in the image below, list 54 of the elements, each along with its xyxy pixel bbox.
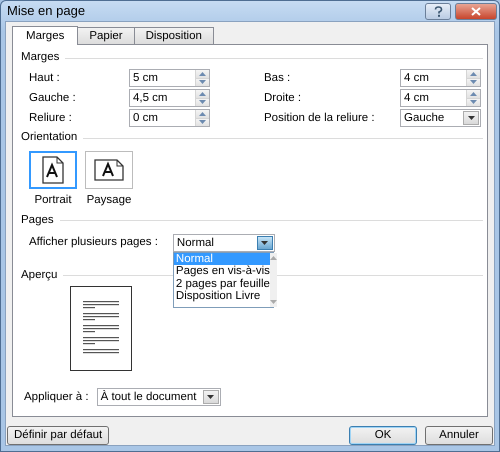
section-title: Pages (21, 212, 54, 228)
spin-up-button[interactable] (466, 70, 480, 78)
dialog-button[interactable]: Annuler (425, 426, 493, 445)
dropdown-button[interactable] (202, 390, 219, 404)
dropdown-option[interactable]: Disposition Livre (174, 290, 270, 303)
field-label: Appliquer à : (24, 390, 89, 405)
section-title: Aperçu (21, 268, 58, 283)
portrait-page-icon (42, 156, 64, 184)
field-label: Position de la reliure : (264, 111, 376, 126)
field-label: Reliure : (29, 111, 73, 126)
spin-field[interactable]: 4 cm (400, 89, 481, 107)
caret-down-icon (199, 80, 206, 84)
landscape-page-icon (94, 159, 124, 181)
dropdown-field[interactable]: Normal (172, 234, 275, 252)
dropdown-option[interactable]: Pages en vis-à-vis (174, 265, 270, 278)
caret-down-icon (468, 116, 474, 120)
spin-field[interactable]: 0 cm (129, 109, 210, 127)
close-icon (471, 6, 481, 16)
dialog-button[interactable]: OK (349, 426, 417, 445)
field-label: Droite : (264, 91, 302, 106)
dropdown-button[interactable] (256, 236, 273, 250)
close-button[interactable] (455, 2, 497, 20)
field-label: Afficher plusieurs pages : (29, 235, 158, 250)
spin-up-button[interactable] (195, 70, 209, 78)
caret-down-icon (261, 240, 268, 245)
spin-field[interactable]: 4,5 cm (129, 89, 210, 107)
spin-up-button[interactable] (195, 110, 209, 118)
field-label: Haut : (29, 71, 61, 86)
dropdown-field[interactable]: Gauche (400, 109, 481, 127)
caret-down-icon (199, 100, 206, 104)
field-label: Bas : (264, 71, 292, 86)
window-title: Mise en page (6, 2, 86, 20)
dropdown-button[interactable] (463, 111, 479, 125)
spin-field[interactable]: 4 cm (400, 69, 481, 87)
question-mark-icon (434, 6, 442, 16)
spin-up-button[interactable] (466, 90, 480, 98)
caret-down-icon (207, 395, 214, 400)
section-title: Marges (21, 50, 60, 66)
tab[interactable]: Disposition (134, 27, 214, 44)
caret-down-icon (470, 80, 477, 84)
tab[interactable]: Marges (12, 26, 78, 45)
caret-down-icon (199, 120, 206, 124)
field-label: Gauche : (29, 91, 77, 106)
help-button[interactable] (425, 2, 451, 20)
tab[interactable]: Papier (77, 27, 135, 44)
caret-down-icon (270, 300, 277, 304)
spin-up-button[interactable] (195, 90, 209, 98)
section-title: Orientation (21, 130, 78, 146)
dropdown-field[interactable]: À tout le document (96, 388, 221, 406)
dropdown-option[interactable]: 2 pages par feuille (174, 278, 270, 290)
caret-up-icon (270, 256, 277, 260)
caret-down-icon (470, 100, 477, 104)
dialog-button[interactable]: Définir par défaut (7, 426, 110, 445)
spin-field[interactable]: 5 cm (129, 69, 210, 87)
